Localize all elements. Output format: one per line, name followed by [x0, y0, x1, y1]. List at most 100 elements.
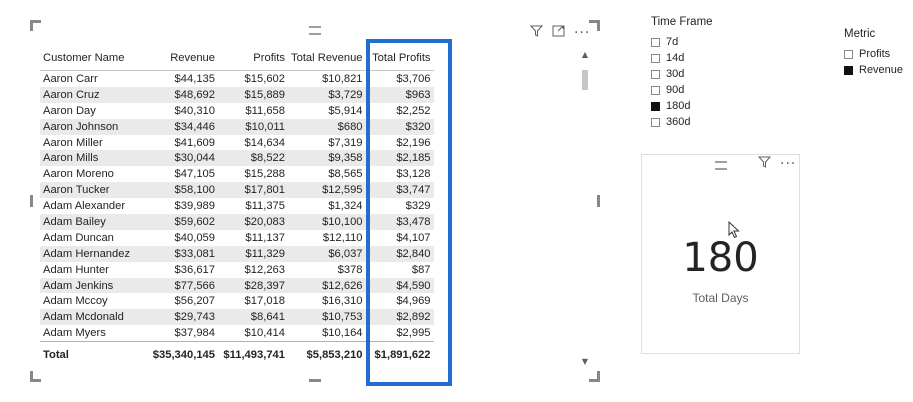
- cell-revenue: $33,081: [144, 245, 218, 262]
- time-frame-item-180d[interactable]: 180d: [651, 99, 690, 113]
- scroll-down-icon[interactable]: ▼: [580, 357, 590, 366]
- resize-handle-top-left[interactable]: [30, 20, 41, 31]
- table-row[interactable]: Adam Mcdonald $29,743 $8,641 $10,753 $2,892: [40, 309, 434, 326]
- checkbox-icon[interactable]: [651, 53, 660, 63]
- card-filter-icon[interactable]: [757, 156, 772, 172]
- resize-handle-bottom-left[interactable]: [30, 371, 41, 382]
- cell-customer-name: Adam Alexander: [43, 200, 126, 213]
- time-frame-item-label: 7d: [666, 36, 679, 48]
- table-visual[interactable]: ··· Customer Name Revenue Profits Total …: [30, 20, 600, 382]
- table-row[interactable]: Aaron Mills $30,044 $8,522 $9,358 $2,185: [40, 150, 434, 167]
- column-header-customer-name[interactable]: Customer Name: [40, 46, 144, 71]
- time-frame-item-90d[interactable]: 90d: [651, 83, 684, 97]
- cell-customer-name: Adam Jenkins: [40, 277, 144, 294]
- card-more-options-icon[interactable]: ···: [780, 156, 796, 172]
- cell-total-revenue: $10,164: [322, 327, 363, 340]
- resize-handle-bottom[interactable]: [309, 379, 321, 382]
- table-row[interactable]: Adam Duncan $40,059 $11,137 $12,110 $4,107: [40, 230, 434, 246]
- column-header-profits[interactable]: Profits: [218, 46, 288, 71]
- table-row[interactable]: Adam Hunter $36,617 $12,263 $378 $87: [40, 262, 434, 278]
- more-options-icon[interactable]: ···: [574, 25, 590, 41]
- cell-customer-name: Aaron Carr: [43, 72, 98, 85]
- metric-item-revenue[interactable]: Revenue: [844, 63, 903, 77]
- resize-handle-bottom-right[interactable]: [589, 371, 600, 382]
- time-frame-item-360d[interactable]: 360d: [651, 115, 690, 129]
- time-frame-item-7d[interactable]: 7d: [651, 35, 678, 49]
- table-row[interactable]: Adam Alexander $39,989 $11,375 $1,324 $329: [40, 198, 434, 214]
- total-label: Total: [40, 341, 144, 369]
- column-header-total-profits[interactable]: Total Profits: [365, 46, 434, 71]
- cell-revenue: $47,105: [174, 168, 215, 181]
- checkbox-icon[interactable]: [651, 69, 660, 79]
- time-frame-slicer: Time Frame 7d 14d 30d 90d 180d 360d: [651, 14, 781, 134]
- drag-grip-icon[interactable]: [309, 26, 321, 35]
- cell-customer-name: Aaron Moreno: [43, 168, 114, 181]
- table-row[interactable]: Adam Mccoy $56,207 $17,018 $16,310 $4,969: [40, 293, 434, 309]
- cell-customer-name: Aaron Miller: [43, 136, 103, 149]
- cell-total-profits: $2,196: [396, 136, 431, 149]
- checkbox-icon[interactable]: [651, 117, 660, 127]
- table-row[interactable]: Aaron Miller $41,609 $14,634 $7,319 $2,196: [40, 135, 434, 151]
- table-row[interactable]: Aaron Johnson $34,446 $10,011 $680 $320: [40, 118, 434, 135]
- cell-total-revenue: $378: [337, 263, 363, 276]
- table-header-row: Customer Name Revenue Profits Total Reve…: [40, 46, 434, 71]
- total-revenue: $35,340,145: [144, 341, 218, 369]
- cell-customer-name: Adam Mcdonald: [40, 309, 144, 326]
- table-row[interactable]: Adam Myers $37,984 $10,414 $10,164 $2,995: [40, 325, 434, 341]
- scroll-up-icon[interactable]: ▲: [580, 50, 590, 59]
- table-row[interactable]: Aaron Moreno $47,105 $15,288 $8,565 $3,128: [40, 166, 434, 182]
- card-drag-grip-icon[interactable]: [715, 161, 727, 170]
- resize-handle-right[interactable]: [597, 195, 600, 207]
- checkbox-icon[interactable]: [651, 85, 660, 95]
- cell-total-revenue: $8,565: [328, 168, 363, 181]
- card-label: Total Days: [692, 291, 749, 305]
- cell-total-revenue: $12,595: [288, 182, 366, 199]
- cell-revenue: $48,692: [144, 86, 218, 103]
- checkbox-icon[interactable]: [651, 37, 660, 47]
- cell-total-revenue: $10,821: [322, 72, 363, 85]
- column-header-total-revenue[interactable]: Total Revenue: [288, 46, 366, 71]
- table-row[interactable]: Adam Hernandez $33,081 $11,329 $6,037 $2,840: [40, 245, 434, 262]
- total-total-revenue: $5,853,210: [288, 341, 366, 369]
- time-frame-item-30d[interactable]: 30d: [651, 67, 684, 81]
- table-scrollbar[interactable]: ▲ ▼: [580, 50, 590, 366]
- scroll-thumb[interactable]: [582, 70, 588, 90]
- cell-total-profits: $4,969: [396, 295, 431, 308]
- cell-profits: $10,011: [218, 118, 288, 135]
- focus-mode-icon[interactable]: [552, 25, 565, 41]
- time-frame-item-label: 14d: [666, 52, 685, 64]
- cell-profits: $20,083: [218, 214, 288, 230]
- column-header-revenue[interactable]: Revenue: [144, 46, 218, 71]
- cell-profits: $17,018: [244, 295, 285, 308]
- cell-customer-name: Aaron Day: [43, 104, 96, 117]
- table-row[interactable]: Aaron Cruz $48,692 $15,889 $3,729 $963: [40, 86, 434, 103]
- metric-item-profits[interactable]: Profits: [844, 47, 890, 61]
- checkbox-icon[interactable]: [844, 49, 853, 59]
- table-row[interactable]: Aaron Day $40,310 $11,658 $5,914 $2,252: [40, 103, 434, 119]
- cell-total-revenue: $1,324: [328, 200, 363, 213]
- cell-revenue: $39,989: [174, 200, 215, 213]
- cell-total-revenue: $10,100: [288, 214, 366, 230]
- table-row[interactable]: Adam Jenkins $77,566 $28,397 $12,626 $4,590: [40, 277, 434, 294]
- cell-customer-name: Adam Hunter: [43, 263, 109, 276]
- table-row[interactable]: Aaron Tucker $58,100 $17,801 $12,595 $3,747: [40, 182, 434, 199]
- table-row[interactable]: Adam Bailey $59,602 $20,083 $10,100 $3,478: [40, 214, 434, 230]
- total-days-card[interactable]: ··· 180 Total Days: [641, 154, 800, 354]
- resize-handle-top-right[interactable]: [589, 20, 600, 31]
- cell-revenue: $59,602: [144, 214, 218, 230]
- table-row[interactable]: Aaron Carr $44,135 $15,602 $10,821 $3,706: [40, 71, 434, 87]
- cell-total-revenue: $6,037: [288, 245, 366, 262]
- time-frame-item-14d[interactable]: 14d: [651, 51, 684, 65]
- filter-icon[interactable]: [529, 25, 544, 41]
- checkbox-icon[interactable]: [651, 101, 660, 111]
- total-total-profits: $1,891,622: [365, 341, 434, 369]
- cell-total-profits: $4,107: [396, 231, 431, 244]
- checkbox-icon[interactable]: [844, 65, 853, 75]
- cell-total-revenue: $7,319: [328, 136, 363, 149]
- cell-profits: $8,522: [218, 150, 288, 167]
- cell-revenue: $29,743: [144, 309, 218, 326]
- cell-revenue: $44,135: [174, 72, 215, 85]
- cell-profits: $10,414: [244, 327, 285, 340]
- cell-customer-name: Adam Mccoy: [43, 295, 108, 308]
- resize-handle-left[interactable]: [30, 195, 33, 207]
